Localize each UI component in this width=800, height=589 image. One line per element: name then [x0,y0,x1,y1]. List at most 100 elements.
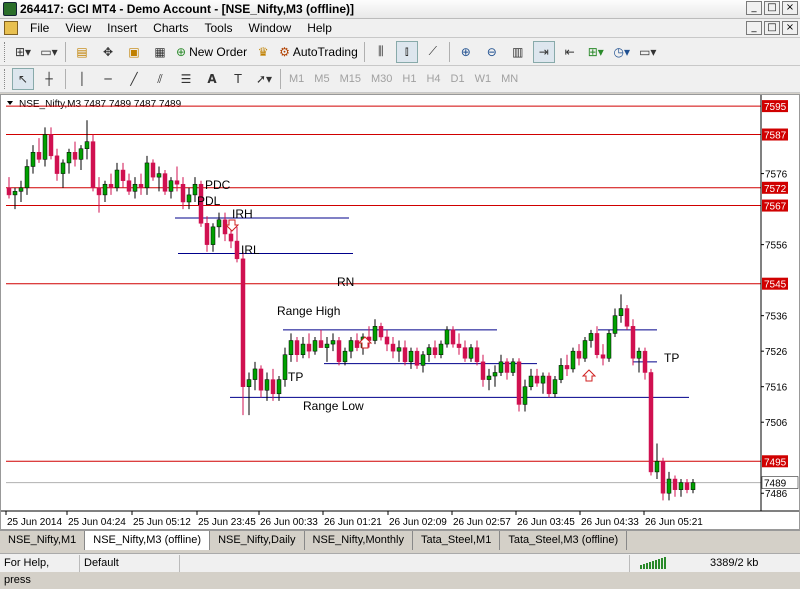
restore-button[interactable]: □ [764,1,780,15]
chart-annotation[interactable]: Range Low [303,399,364,413]
text-label-button[interactable]: T [227,68,249,90]
timeframe-mn[interactable]: MN [496,73,523,85]
profiles-button[interactable]: ▭▾ [38,41,60,63]
zoom-out-button[interactable]: ⊖ [481,41,503,63]
fibonacci-button[interactable]: ☰ [175,68,197,90]
timeframe-m1[interactable]: M1 [284,73,309,85]
menu-view[interactable]: View [57,21,99,35]
candlestick-button[interactable]: ⫾ [395,40,418,63]
market-watch-button[interactable]: ▤ [71,41,93,63]
chart-annotation[interactable]: IRL [241,243,260,257]
timeframe-m5[interactable]: M5 [309,73,334,85]
price-chart[interactable]: NSE_Nifty,M3 7487 7489 7487 7489 PDC PDL I… [1,95,799,529]
buy-arrow-icon[interactable] [581,369,597,382]
crosshair-button[interactable]: ┼ [38,68,60,90]
candle [570,347,576,373]
chart-annotation[interactable]: TP [664,351,679,365]
candle-body [390,343,396,352]
candle [120,162,126,188]
timeframe-w1[interactable]: W1 [470,73,497,85]
chart-shift-button[interactable]: ⇤ [559,41,581,63]
line-chart-button[interactable]: ⟋ [422,41,444,63]
terminal-button[interactable]: ▦ [149,41,171,63]
close-button[interactable]: × [782,1,798,15]
menu-tools[interactable]: Tools [197,21,241,35]
time-tick-label: 25 Jun 23:45 [198,517,256,528]
candle-body [612,315,618,334]
vertical-line-button[interactable]: │ [71,68,93,90]
level-price-label: 7495 [764,457,787,468]
candle [480,354,486,387]
zoom-in-button[interactable]: ⊕ [455,41,477,63]
text-button[interactable]: A [201,68,223,90]
child-restore-button[interactable]: □ [764,21,780,35]
candle [552,376,558,398]
tile-windows-button[interactable]: ▥ [507,41,529,63]
candle-body [282,354,288,380]
channel-button[interactable]: ⫽ [149,68,171,90]
menu-file[interactable]: File [22,21,57,35]
profiles-icon: ▭▾ [40,44,58,59]
tab-tata-steel-m3-offline[interactable]: Tata_Steel,M3 (offline) [500,531,628,550]
chart-annotation[interactable]: RN [337,275,354,289]
tab-tata-steel-m1[interactable]: Tata_Steel,M1 [413,531,501,550]
minimize-button[interactable]: _ [746,1,762,15]
timeframe-d1[interactable]: D1 [446,73,470,85]
candle [540,372,546,394]
timeframe-m30[interactable]: M30 [366,73,397,85]
candle [180,177,186,210]
timeframe-m15[interactable]: M15 [335,73,366,85]
chart-annotation[interactable]: IRH [232,207,253,221]
timeframe-h4[interactable]: H4 [421,73,445,85]
indicators-button[interactable]: ⊞▾ [585,41,607,63]
candlestick-icon: ⫾ [404,44,409,58]
data-window-button[interactable]: ✥ [97,41,119,63]
horizontal-line-button[interactable]: ─ [97,68,119,90]
menu-insert[interactable]: Insert [99,21,145,35]
periods-button[interactable]: ◷▾ [611,41,633,63]
chart-annotation[interactable]: TP [288,370,303,384]
templates-button[interactable]: ▭▾ [637,41,659,63]
price-tick-label: 7556 [765,241,788,252]
menu-help[interactable]: Help [299,21,340,35]
candle [72,141,78,167]
tab-nse-nifty-m1[interactable]: NSE_Nifty,M1 [0,531,86,550]
chart-annotation[interactable]: PDL [197,194,221,208]
chart-window[interactable]: NSE_Nifty,M3 7487 7489 7487 7489 PDC PDL I… [0,94,800,530]
candle [498,354,504,377]
arrows-button[interactable]: ➚▾ [253,68,275,90]
new-order-button[interactable]: ⊕ New Order [175,41,248,63]
navigator-button[interactable]: ▣ [123,41,145,63]
candle [684,479,690,494]
status-bar: For Help, press Default 3389/2 kb [0,553,800,586]
candle [672,475,678,497]
candle-body [486,375,492,380]
candle-body [174,180,180,185]
menu-charts[interactable]: Charts [145,21,196,35]
candle-body [546,375,552,395]
bar-chart-button[interactable]: ⫼ [370,41,392,63]
terminal-icon: ▦ [154,44,166,59]
tab-nse-nifty-daily[interactable]: NSE_Nifty,Daily [210,531,305,550]
tab-nse-nifty-m3-offline[interactable]: NSE_Nifty,M3 (offline) [85,531,211,550]
tab-nse-nifty-monthly[interactable]: NSE_Nifty,Monthly [304,531,413,550]
chart-annotation[interactable]: PDC [205,178,231,192]
sell-arrow-icon[interactable] [224,219,240,232]
navigator-icon: ▣ [128,44,140,59]
auto-scroll-button[interactable]: ⇥ [532,40,555,63]
child-minimize-button[interactable]: _ [746,21,762,35]
child-close-button[interactable]: × [782,21,798,35]
trendline-button[interactable]: ╱ [123,68,145,90]
candle [558,358,564,384]
candle [522,379,528,412]
menu-window[interactable]: Window [241,21,300,35]
cursor-button[interactable]: ↖ [12,68,34,90]
candle [330,333,336,352]
autotrading-button[interactable]: ⚙ AutoTrading [278,41,359,63]
candle-body [606,333,612,359]
new-chart-button[interactable]: ⊞▾ [12,41,34,63]
chart-annotation[interactable]: Range High [277,304,340,318]
expert-advisor-button[interactable]: ♛ [252,41,274,63]
timeframe-h1[interactable]: H1 [397,73,421,85]
candle [96,177,102,213]
